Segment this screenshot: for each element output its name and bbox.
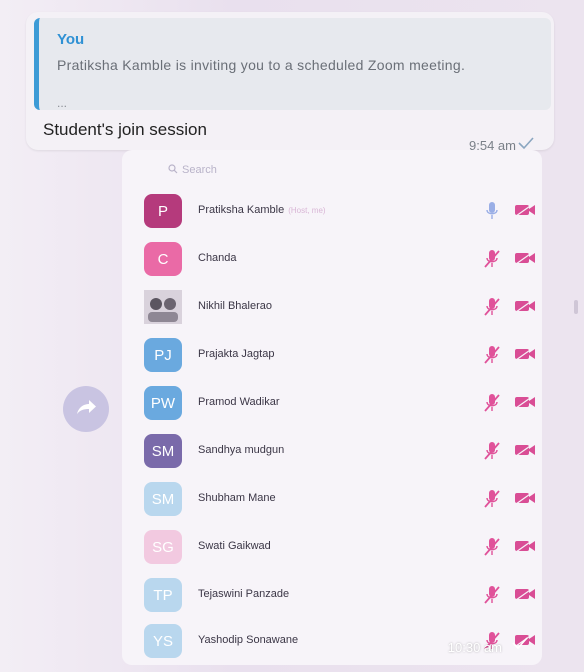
video-off-icon[interactable] — [514, 443, 536, 462]
mic-muted-icon[interactable] — [484, 488, 500, 515]
participant-row[interactable]: P Pratiksha Kamble (Host, me) — [122, 190, 542, 234]
video-off-icon[interactable] — [514, 539, 536, 558]
mic-muted-icon[interactable] — [484, 440, 500, 467]
mic-muted-icon[interactable] — [484, 536, 500, 563]
quote-text: Pratiksha Kamble is inviting you to a sc… — [57, 57, 466, 73]
quoted-message[interactable]: You Pratiksha Kamble is inviting you to … — [34, 18, 551, 110]
participant-avatar: TP — [144, 578, 182, 612]
participant-row[interactable]: SM Sandhya mudgun — [122, 430, 542, 474]
participant-name: Sandhya mudgun — [198, 444, 284, 456]
participant-row[interactable]: TP Tejaswini Panzade — [122, 574, 542, 618]
participant-avatar: SM — [144, 434, 182, 468]
participant-name-text: Sandhya mudgun — [198, 444, 285, 456]
mic-muted-icon[interactable] — [484, 584, 500, 611]
participant-avatar: SG — [144, 530, 182, 564]
search-icon — [168, 163, 178, 177]
participant-name-text: Yashodip Sonawane — [198, 634, 299, 646]
participant-avatar: C — [144, 242, 182, 276]
participant-avatar: P — [144, 194, 182, 228]
participant-name-text: Tejaswini Panzade — [198, 588, 290, 600]
participant-name: Pratiksha Kamble (Host, me) — [198, 204, 326, 216]
participant-name-text: Chanda — [198, 252, 237, 264]
forward-button[interactable] — [63, 386, 109, 432]
sent-check-icon — [512, 636, 528, 655]
participant-search[interactable]: Search — [168, 160, 217, 180]
scroll-indicator[interactable] — [574, 300, 578, 314]
message-caption: Student's join session — [43, 120, 207, 139]
participant-avatar: YS — [144, 624, 182, 658]
participant-avatar — [144, 290, 182, 324]
participant-row[interactable]: SM Shubham Mane — [122, 478, 542, 522]
participant-name-text: Nikhil Bhalerao — [198, 300, 272, 312]
mic-muted-icon[interactable] — [484, 248, 500, 275]
host-tag: (Host, me) — [288, 206, 326, 215]
participants-screenshot[interactable]: Search P Pratiksha Kamble (Host, me) C Chand… — [122, 150, 542, 665]
participant-name: Nikhil Bhalerao — [198, 300, 272, 312]
mic-muted-icon[interactable] — [484, 344, 500, 371]
participant-row[interactable]: PJ Prajakta Jagtap — [122, 334, 542, 378]
participant-row[interactable]: SG Swati Gaikwad — [122, 526, 542, 570]
video-off-icon[interactable] — [514, 299, 536, 318]
video-off-icon[interactable] — [514, 587, 536, 606]
message-bubble[interactable]: You Pratiksha Kamble is inviting you to … — [26, 12, 554, 153]
participant-name-text: Shubham Mane — [198, 492, 276, 504]
participant-name: Tejaswini Panzade — [198, 588, 289, 600]
participant-row[interactable]: C Chanda — [122, 238, 542, 282]
participant-row[interactable]: Nikhil Bhalerao — [122, 286, 542, 330]
participant-avatar: SM — [144, 482, 182, 516]
participant-name-text: Pratiksha Kamble — [198, 204, 285, 216]
video-off-icon[interactable] — [514, 347, 536, 366]
participant-name: Chanda — [198, 252, 237, 264]
participant-row[interactable]: PW Pramod Wadikar — [122, 382, 542, 426]
mic-muted-icon[interactable] — [484, 296, 500, 323]
participant-name-text: Pramod Wadikar — [198, 396, 280, 408]
mic-icon[interactable] — [484, 200, 500, 227]
participant-name: Swati Gaikwad — [198, 540, 271, 552]
search-placeholder: Search — [182, 164, 217, 176]
participant-name: Shubham Mane — [198, 492, 276, 504]
video-off-icon[interactable] — [514, 203, 536, 222]
participant-name: Prajakta Jagtap — [198, 348, 274, 360]
image-time: 10:30 am — [447, 640, 502, 655]
forward-arrow-icon — [75, 398, 97, 421]
participant-avatar: PJ — [144, 338, 182, 372]
video-off-icon[interactable] — [514, 491, 536, 510]
participant-name: Yashodip Sonawane — [198, 634, 298, 646]
participant-avatar: PW — [144, 386, 182, 420]
quote-author: You — [57, 31, 85, 48]
participant-name: Pramod Wadikar — [198, 396, 280, 408]
participant-name-text: Swati Gaikwad — [198, 540, 271, 552]
mic-muted-icon[interactable] — [484, 392, 500, 419]
video-off-icon[interactable] — [514, 395, 536, 414]
participant-name-text: Prajakta Jagtap — [198, 348, 275, 360]
video-off-icon[interactable] — [514, 251, 536, 270]
quote-ellipsis: ... — [57, 96, 68, 110]
